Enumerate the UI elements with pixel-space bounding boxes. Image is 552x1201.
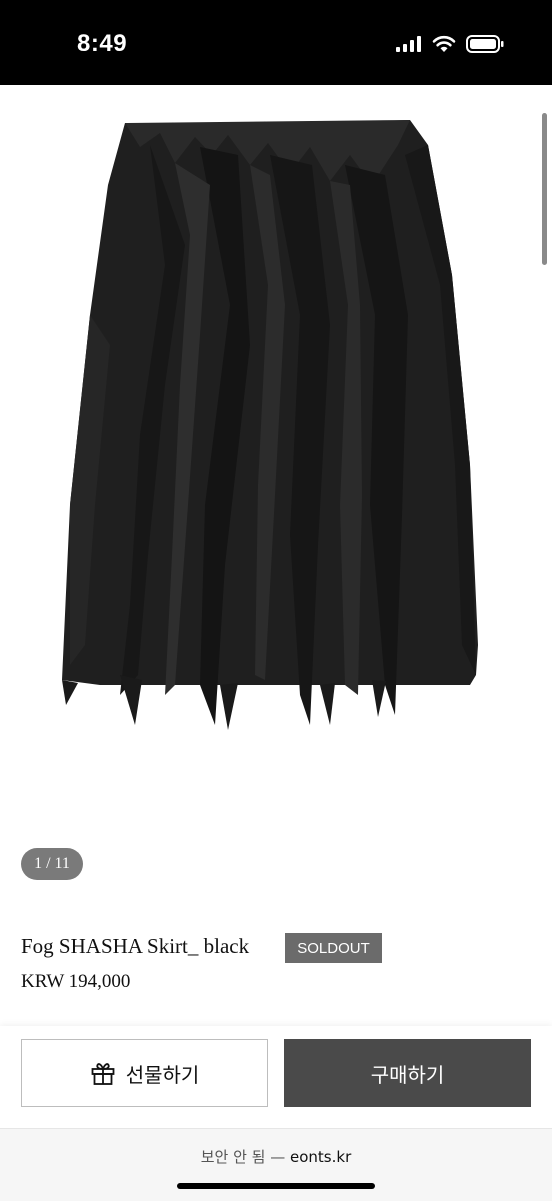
status-time: 8:49 [77, 30, 128, 57]
bottom-action-bar: 선물하기 구매하기 [0, 1026, 552, 1128]
image-counter: 1 / 11 [21, 848, 83, 880]
battery-icon [466, 35, 504, 53]
url-domain: eonts.kr [290, 1148, 352, 1166]
scroll-indicator[interactable] [542, 113, 547, 265]
product-image[interactable] [0, 85, 552, 830]
gift-icon [91, 1063, 115, 1085]
gift-button[interactable]: 선물하기 [21, 1039, 268, 1107]
home-indicator[interactable] [177, 1183, 375, 1189]
gift-button-label: 선물하기 [125, 1062, 200, 1087]
signal-icon [396, 36, 421, 52]
status-badge: SOLDOUT [285, 933, 382, 963]
browser-bar: 보안 안 됨 — eonts.kr [0, 1128, 552, 1201]
image-counter-text: 1 / 11 [34, 855, 70, 872]
buy-button-label: 구매하기 [370, 1062, 445, 1087]
security-warning: 보안 안 됨 — [200, 1148, 291, 1166]
address-bar[interactable]: 보안 안 됨 — eonts.kr [0, 1146, 552, 1167]
status-bar: 8:49 [0, 0, 552, 85]
status-icons [396, 34, 504, 54]
wifi-icon [432, 35, 456, 52]
product-title: Fog SHASHA Skirt_ black [21, 934, 250, 958]
skirt-photo [62, 120, 478, 730]
product-price: KRW 194,000 [21, 971, 131, 992]
buy-button[interactable]: 구매하기 [284, 1039, 531, 1107]
